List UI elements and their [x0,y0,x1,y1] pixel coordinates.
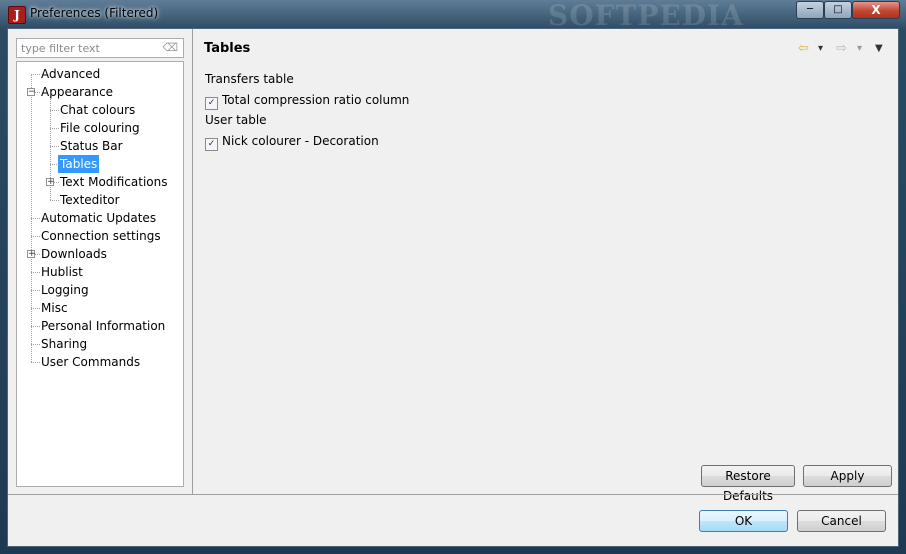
tree-item-logging[interactable]: Logging [39,281,91,299]
checkbox-label: Total compression ratio column [222,93,410,107]
tree-item-tables[interactable]: Tables [58,155,100,173]
view-menu-icon[interactable]: ▼ [875,43,883,54]
tree-item-connection-settings[interactable]: Connection settings [39,227,163,245]
expand-icon[interactable]: + [27,250,36,259]
back-menu-icon[interactable]: ▾ [818,43,823,54]
cancel-button[interactable]: Cancel [797,510,886,532]
checkbox-label: Nick colourer - Decoration [222,134,379,148]
forward-menu-icon[interactable]: ▾ [857,43,862,54]
page-title: Tables [204,41,251,56]
expand-icon[interactable]: + [46,178,55,187]
preference-page: Tables ⇦ ▾ ⇨ ▾ ▼ Transfers table ✓ Total … [193,29,898,503]
filter-placeholder: type filter text [21,42,100,55]
ok-button[interactable]: OK [699,510,788,532]
maximize-button[interactable]: □ [824,1,852,19]
tree-item-chat-colours[interactable]: Chat colours [58,101,137,119]
nick-colourer-checkbox[interactable]: ✓ Nick colourer - Decoration [205,133,379,151]
group-label-user-table: User table [205,113,267,127]
navigation-panel: type filter text ⌫ Advanced − Appearance Ch… [8,29,193,494]
checkbox-check-icon[interactable]: ✓ [205,97,218,110]
tree-item-text-modifications[interactable]: Text Modifications [58,173,169,191]
tree-item-file-colouring[interactable]: File colouring [58,119,142,137]
tree-item-sharing[interactable]: Sharing [39,335,89,353]
tree-item-automatic-updates[interactable]: Automatic Updates [39,209,158,227]
tree-item-hublist[interactable]: Hublist [39,263,85,281]
preferences-tree: Advanced − Appearance Chat colours File colo… [16,61,184,487]
title-bar[interactable]: J Preferences (Filtered) SOFTPEDIA ─ □ X [0,0,906,32]
collapse-icon[interactable]: − [27,88,36,97]
tree-item-personal-information[interactable]: Personal Information [39,317,167,335]
minimize-button[interactable]: ─ [796,1,824,19]
app-logo-icon: J [8,6,26,24]
apply-button[interactable]: Apply [803,465,892,487]
tree-item-misc[interactable]: Misc [39,299,70,317]
clear-filter-icon[interactable]: ⌫ [162,41,178,54]
preferences-window: J Preferences (Filtered) SOFTPEDIA ─ □ X… [0,0,906,554]
tree-item-downloads[interactable]: Downloads [39,245,109,263]
tree-item-texteditor[interactable]: Texteditor [58,191,122,209]
close-button[interactable]: X [852,1,900,19]
tree-item-status-bar[interactable]: Status Bar [58,137,125,155]
tree-item-user-commands[interactable]: User Commands [39,353,142,371]
divider [8,494,898,495]
group-label-transfers-table: Transfers table [205,72,294,86]
window-title: Preferences (Filtered) [30,6,159,20]
filter-input[interactable]: type filter text ⌫ [16,38,184,58]
restore-defaults-button[interactable]: Restore Defaults [701,465,795,503]
checkbox-check-icon[interactable]: ✓ [205,138,218,151]
forward-arrow-icon[interactable]: ⇨ [836,41,847,56]
tree-item-advanced[interactable]: Advanced [39,65,102,83]
dialog-client: type filter text ⌫ Advanced − Appearance Ch… [7,28,899,547]
total-compression-checkbox[interactable]: ✓ Total compression ratio column [205,92,410,110]
tree-item-appearance[interactable]: Appearance [39,83,115,101]
back-arrow-icon[interactable]: ⇦ [798,41,809,56]
